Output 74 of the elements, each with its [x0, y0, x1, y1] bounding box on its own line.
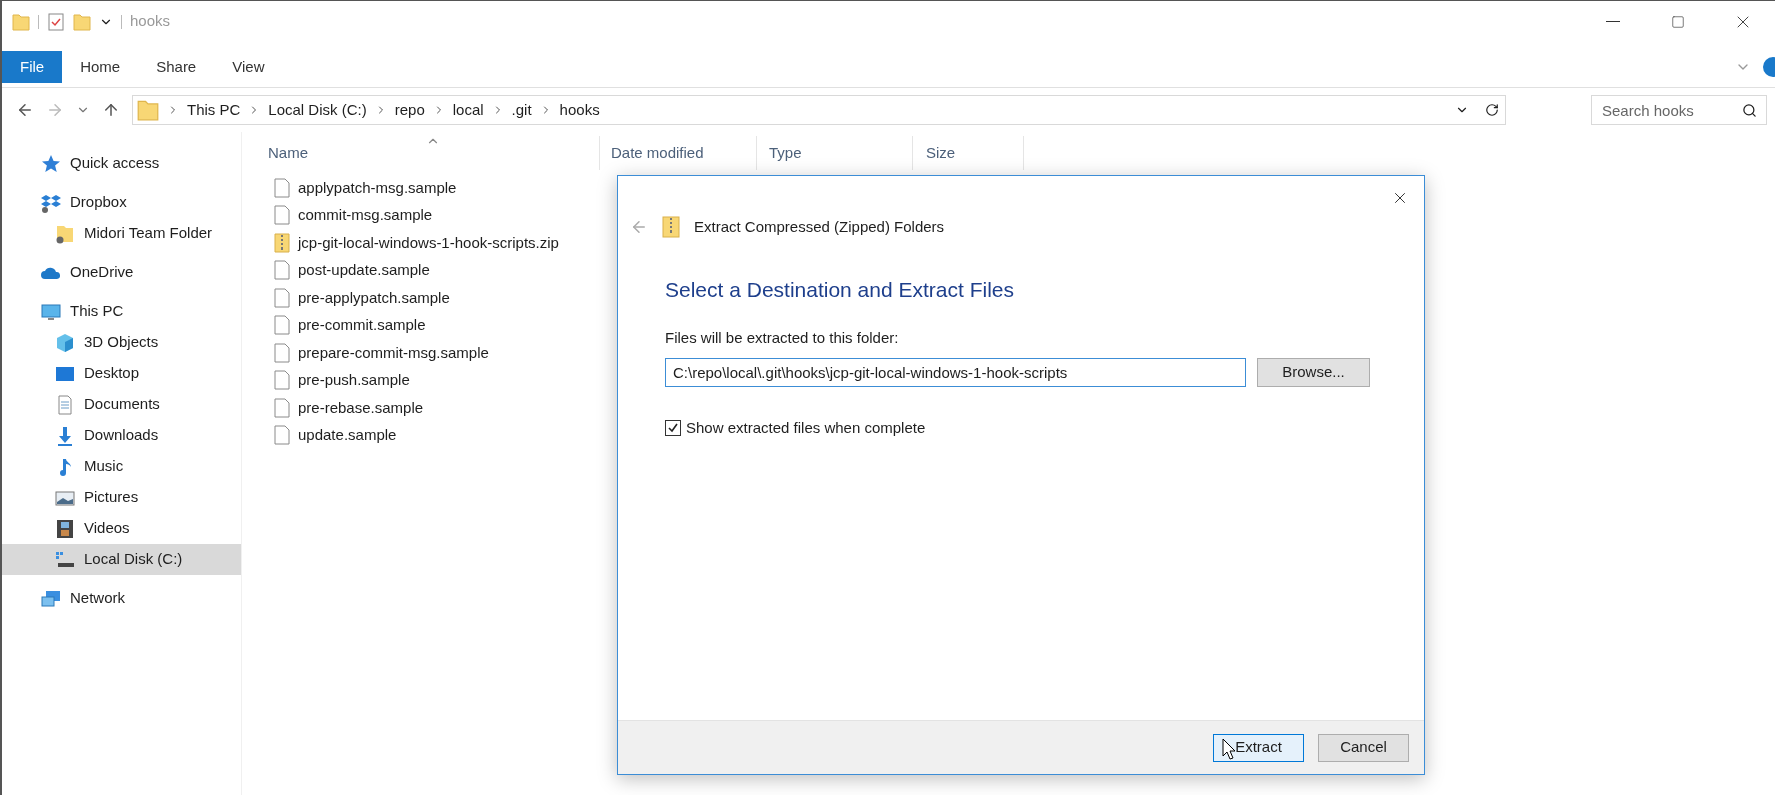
- zip-folder-icon: [662, 216, 680, 239]
- sidebar-item[interactable]: Desktop: [2, 358, 241, 389]
- cube-icon: [54, 331, 76, 354]
- window-title: hooks: [130, 11, 171, 32]
- ribbon-tab[interactable]: Home: [62, 51, 139, 83]
- column-header[interactable]: Type: [757, 136, 913, 170]
- file-row[interactable]: prepare-commit-msg.sample: [266, 339, 596, 367]
- sidebar-item[interactable]: Music: [2, 451, 241, 482]
- sidebar-item[interactable]: Local Disk (C:): [2, 544, 241, 575]
- file-icon: [274, 342, 290, 363]
- address-bar[interactable]: This PC Local Disk (C:) repo local .git hooks: [132, 95, 1506, 125]
- search-icon: [1742, 103, 1757, 118]
- browse-button[interactable]: Browse...: [1257, 357, 1370, 387]
- path-field[interactable]: C:\repo\local\.git\hooks\jcp-git-local-windows-1-hook-scripts: [665, 357, 1246, 387]
- ribbon-tab[interactable]: File: [2, 51, 63, 83]
- file-icon: [274, 205, 290, 226]
- file-icon: [274, 287, 290, 308]
- sidebar-item[interactable]: Dropbox: [2, 187, 241, 218]
- file-icon: [274, 177, 290, 198]
- folder-icon: [12, 12, 30, 31]
- sidebar-item[interactable]: Downloads: [2, 420, 241, 451]
- sidebar-item[interactable]: Documents: [2, 389, 241, 420]
- file-row[interactable]: post-update.sample: [266, 256, 596, 284]
- dialog-button[interactable]: Extract: [1213, 733, 1304, 762]
- file-icon: [274, 260, 290, 281]
- sidebar-item[interactable]: Videos: [2, 513, 241, 544]
- sidebar-item[interactable]: OneDrive: [2, 257, 241, 288]
- file-icon: [274, 370, 290, 391]
- column-header[interactable]: Size: [913, 136, 1024, 170]
- new-folder-icon: [73, 12, 91, 31]
- sidebar-item[interactable]: Network: [2, 583, 241, 614]
- minimize-icon: [1605, 21, 1620, 22]
- sidebar-item[interactable]: Midori Team Folder: [2, 218, 241, 249]
- breadcrumb[interactable]: .git: [511, 98, 532, 122]
- back-icon[interactable]: [16, 101, 34, 119]
- breadcrumb[interactable]: Local Disk (C:): [268, 98, 367, 122]
- file-row[interactable]: applypatch-msg.sample: [266, 174, 596, 202]
- dialog-heading: Select a Destination and Extract Files: [665, 276, 1015, 303]
- breadcrumb[interactable]: hooks: [559, 98, 600, 122]
- column-header[interactable]: Name: [266, 136, 600, 170]
- dialog-title: Extract Compressed (Zipped) Folders: [694, 217, 945, 237]
- sidebar-item[interactable]: Quick access: [2, 148, 241, 179]
- field-label: Files will be extracted to this folder:: [665, 328, 900, 348]
- file-icon: [274, 425, 290, 446]
- breadcrumb[interactable]: repo: [394, 98, 425, 122]
- file-row[interactable]: commit-msg.sample: [266, 201, 596, 229]
- sidebar-item[interactable]: 3D Objects: [2, 327, 241, 358]
- properties-icon[interactable]: [47, 12, 65, 31]
- maximize-icon: [1670, 14, 1685, 29]
- file-row[interactable]: pre-applypatch.sample: [266, 284, 596, 312]
- file-row[interactable]: update.sample: [266, 421, 596, 449]
- column-header[interactable]: Date modified: [600, 136, 757, 170]
- file-icon: [274, 315, 290, 336]
- checkbox-label[interactable]: Show extracted files when complete: [686, 416, 926, 439]
- ribbon-tab[interactable]: View: [214, 51, 283, 83]
- folder-icon: [137, 99, 159, 121]
- zip-folder-icon: [274, 232, 290, 253]
- file-row[interactable]: pre-rebase.sample: [266, 394, 596, 422]
- file-row[interactable]: jcp-git-local-windows-1-hook-scripts.zip: [266, 229, 596, 257]
- refresh-icon[interactable]: [1485, 103, 1499, 117]
- dialog-button[interactable]: Cancel: [1318, 733, 1409, 762]
- ribbon-tab[interactable]: Share: [138, 51, 215, 83]
- checkbox[interactable]: [665, 419, 681, 436]
- mouse-pointer-icon: [1222, 738, 1236, 760]
- search-field[interactable]: Search hooks: [1591, 95, 1767, 125]
- up-icon[interactable]: [102, 101, 120, 119]
- film-icon: [54, 517, 76, 540]
- sidebar-item[interactable]: This PC: [2, 296, 241, 327]
- breadcrumb[interactable]: local: [452, 98, 484, 122]
- file-row[interactable]: pre-push.sample: [266, 366, 596, 394]
- file-row[interactable]: pre-commit.sample: [266, 311, 596, 339]
- breadcrumb[interactable]: This PC: [187, 98, 241, 122]
- file-icon: [274, 397, 290, 418]
- sidebar-item[interactable]: Pictures: [2, 482, 241, 513]
